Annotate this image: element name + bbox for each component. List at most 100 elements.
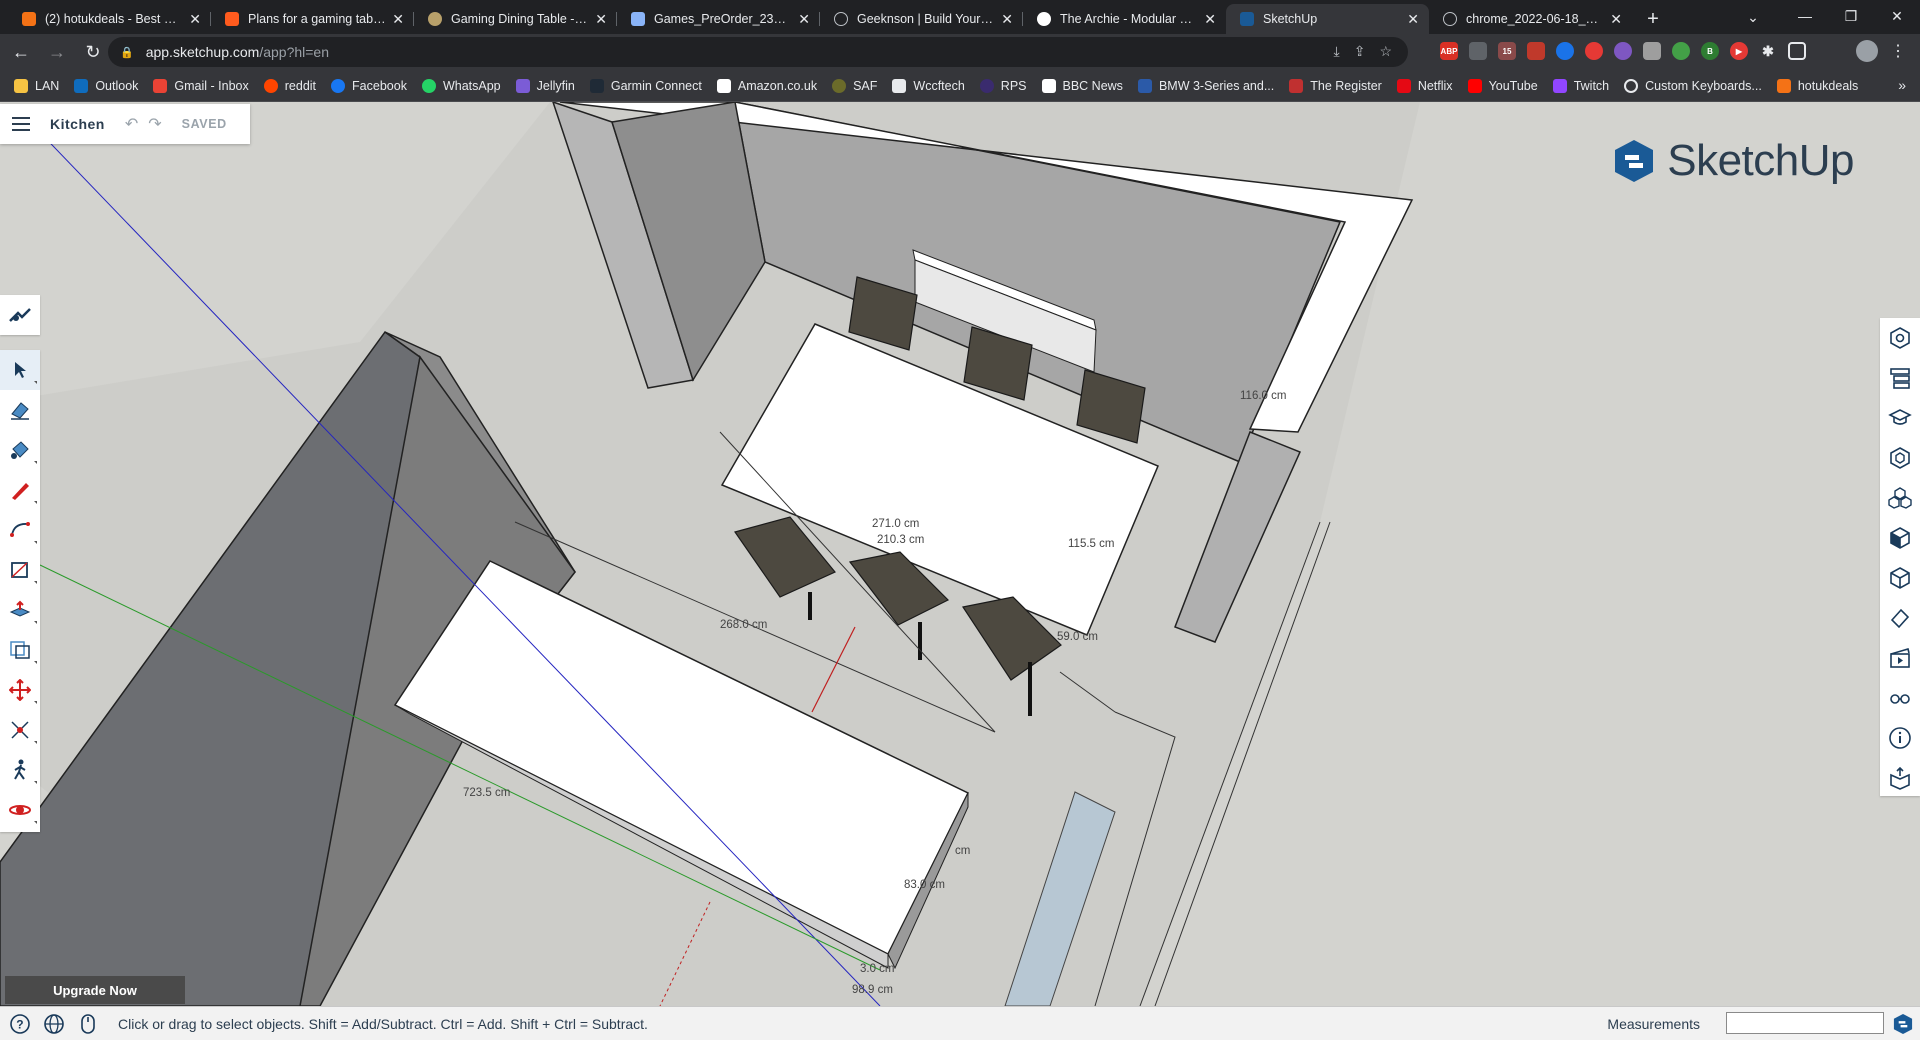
bookmark-reddit[interactable]: reddit (263, 78, 316, 93)
bookmark-amazon[interactable]: Amazon.co.uk (716, 78, 817, 93)
bookmark-twitch[interactable]: Twitch (1552, 78, 1609, 93)
extension-icon[interactable] (1614, 42, 1632, 60)
bookmark-garmin[interactable]: Garmin Connect (589, 78, 702, 93)
offset-tool[interactable] (0, 630, 40, 670)
view-panel[interactable] (1880, 678, 1920, 718)
bookmark-outlook[interactable]: Outlook (74, 78, 138, 93)
close-tab-icon[interactable]: ✕ (1204, 11, 1216, 28)
outliner-panel[interactable] (1880, 358, 1920, 398)
entity-info-panel[interactable] (1880, 318, 1920, 358)
main-menu-icon[interactable] (12, 117, 30, 131)
bookmark-hotukdeals[interactable]: hotukdeals (1776, 78, 1858, 93)
extension-icon[interactable]: B (1701, 42, 1719, 60)
extension-icon[interactable] (1643, 42, 1661, 60)
walk-tool[interactable] (0, 750, 40, 790)
tab-sketchup[interactable]: SketchUp ✕ (1226, 4, 1429, 34)
more-bookmarks-icon[interactable]: » (1898, 77, 1906, 93)
tab-geeknson[interactable]: Geeknson | Build Your Own ✕ (820, 4, 1023, 34)
bookmark-gmail[interactable]: Gmail - Inbox (153, 78, 249, 93)
help-icon[interactable]: ? (8, 1012, 32, 1036)
extension-icon[interactable] (1556, 42, 1574, 60)
brave-favicon-icon (225, 12, 239, 26)
extensions-puzzle-icon[interactable]: ✱ (1759, 42, 1777, 60)
close-tab-icon[interactable]: ✕ (1001, 11, 1013, 28)
upgrade-now-button[interactable]: Upgrade Now (5, 976, 185, 1004)
share-icon[interactable]: ⇪ (1354, 43, 1366, 60)
close-tab-icon[interactable]: ✕ (392, 11, 404, 28)
materials-panel[interactable] (1880, 478, 1920, 518)
solid-inspector-panel[interactable] (1880, 758, 1920, 798)
new-tab-button[interactable]: + (1638, 4, 1668, 34)
tab-the-archie[interactable]: The Archie - Modular and ✕ (1023, 4, 1226, 34)
tab-gaming-dining-table[interactable]: Gaming Dining Table - The ✕ (414, 4, 617, 34)
document-title[interactable]: Kitchen (50, 116, 105, 132)
rectangle-tool[interactable] (0, 550, 40, 590)
components-panel[interactable] (1880, 438, 1920, 478)
bookmark-netflix[interactable]: Netflix (1396, 78, 1453, 93)
bookmark-bbc-news[interactable]: BBC News (1041, 78, 1123, 93)
instructor-panel[interactable] (1880, 398, 1920, 438)
bookmark-star-icon[interactable]: ☆ (1379, 43, 1392, 60)
display-panel[interactable] (1880, 638, 1920, 678)
bookmark-the-register[interactable]: The Register (1289, 78, 1382, 93)
reload-button[interactable]: ↻ (78, 37, 108, 67)
redo-icon[interactable]: ↷ (148, 114, 161, 134)
bookmark-lan[interactable]: LAN (14, 78, 59, 93)
tab-hotukdeals[interactable]: (2) hotukdeals - Best Deals ✕ (8, 4, 211, 34)
tab-games-preorder[interactable]: Games_PreOrder_237.html ✕ (617, 4, 820, 34)
extension-icon[interactable]: ▶ (1730, 42, 1748, 60)
mouse-icon[interactable] (76, 1012, 100, 1036)
close-tab-icon[interactable]: ✕ (1407, 11, 1419, 28)
bookmark-wccftech[interactable]: Wccftech (892, 78, 965, 93)
tab-plans-gaming-table[interactable]: Plans for a gaming table? | ✕ (211, 4, 414, 34)
bookmark-jellyfin[interactable]: Jellyfin (515, 78, 575, 93)
close-tab-icon[interactable]: ✕ (189, 11, 201, 28)
move-tool[interactable] (0, 670, 40, 710)
tags-panel[interactable] (1880, 558, 1920, 598)
globe-icon[interactable] (42, 1012, 66, 1036)
forward-button[interactable]: → (42, 37, 72, 67)
tab-chrome-screenshot[interactable]: chrome_2022-06-18_17-25 ✕ (1429, 4, 1632, 34)
minimize-button[interactable]: — (1782, 0, 1828, 32)
adblock-extension-icon[interactable]: ABP (1440, 42, 1458, 60)
restore-button[interactable]: ❐ (1828, 0, 1874, 32)
chrome-menu-icon[interactable]: ⋮ (1890, 41, 1906, 61)
close-tab-icon[interactable]: ✕ (798, 11, 810, 28)
bookmark-custom-keyboards[interactable]: Custom Keyboards... (1624, 78, 1762, 93)
search-tool-button[interactable] (0, 295, 40, 335)
extension-icon[interactable] (1585, 42, 1603, 60)
rotate-tool[interactable] (0, 710, 40, 750)
paint-bucket-tool[interactable] (0, 430, 40, 470)
model-info-panel[interactable] (1880, 718, 1920, 758)
eraser-tool[interactable] (0, 390, 40, 430)
install-app-icon[interactable]: ⤓ (1334, 43, 1340, 60)
undo-icon[interactable]: ↶ (125, 114, 138, 134)
close-window-button[interactable]: ✕ (1874, 0, 1920, 32)
scenes-panel[interactable] (1880, 598, 1920, 638)
arc-tool[interactable] (0, 510, 40, 550)
extension-icon[interactable] (1672, 42, 1690, 60)
address-bar[interactable]: 🔒 app.sketchup.com/app?hl=en ⤓ ⇪ ☆ (108, 37, 1408, 67)
bookmark-saf[interactable]: SAF (832, 78, 877, 93)
push-pull-tool[interactable] (0, 590, 40, 630)
measurements-input[interactable] (1726, 1012, 1884, 1034)
tab-search-chevron-icon[interactable]: ⌄ (1740, 4, 1766, 30)
extension-badge-icon[interactable]: 15 (1498, 42, 1516, 60)
close-tab-icon[interactable]: ✕ (1610, 11, 1622, 28)
side-panel-icon[interactable] (1788, 42, 1806, 60)
profile-avatar[interactable] (1856, 40, 1878, 62)
back-button[interactable]: ← (6, 37, 36, 67)
bookmark-bmw[interactable]: BMW 3-Series and... (1137, 78, 1274, 93)
bookmark-youtube[interactable]: YouTube (1467, 78, 1538, 93)
line-tool[interactable] (0, 470, 40, 510)
bookmark-facebook[interactable]: Facebook (331, 78, 407, 93)
select-tool[interactable] (0, 350, 40, 390)
bookmark-rps[interactable]: RPS (979, 78, 1027, 93)
extension-icon[interactable] (1469, 42, 1487, 60)
orbit-tool[interactable] (0, 790, 40, 830)
extension-icon[interactable] (1527, 42, 1545, 60)
close-tab-icon[interactable]: ✕ (595, 11, 607, 28)
bookmark-whatsapp[interactable]: WhatsApp (421, 78, 501, 93)
styles-panel[interactable] (1880, 518, 1920, 558)
model-viewport[interactable]: 116.0 cm 271.0 cm 210.3 cm 115.5 cm 268.… (0, 102, 1920, 1006)
